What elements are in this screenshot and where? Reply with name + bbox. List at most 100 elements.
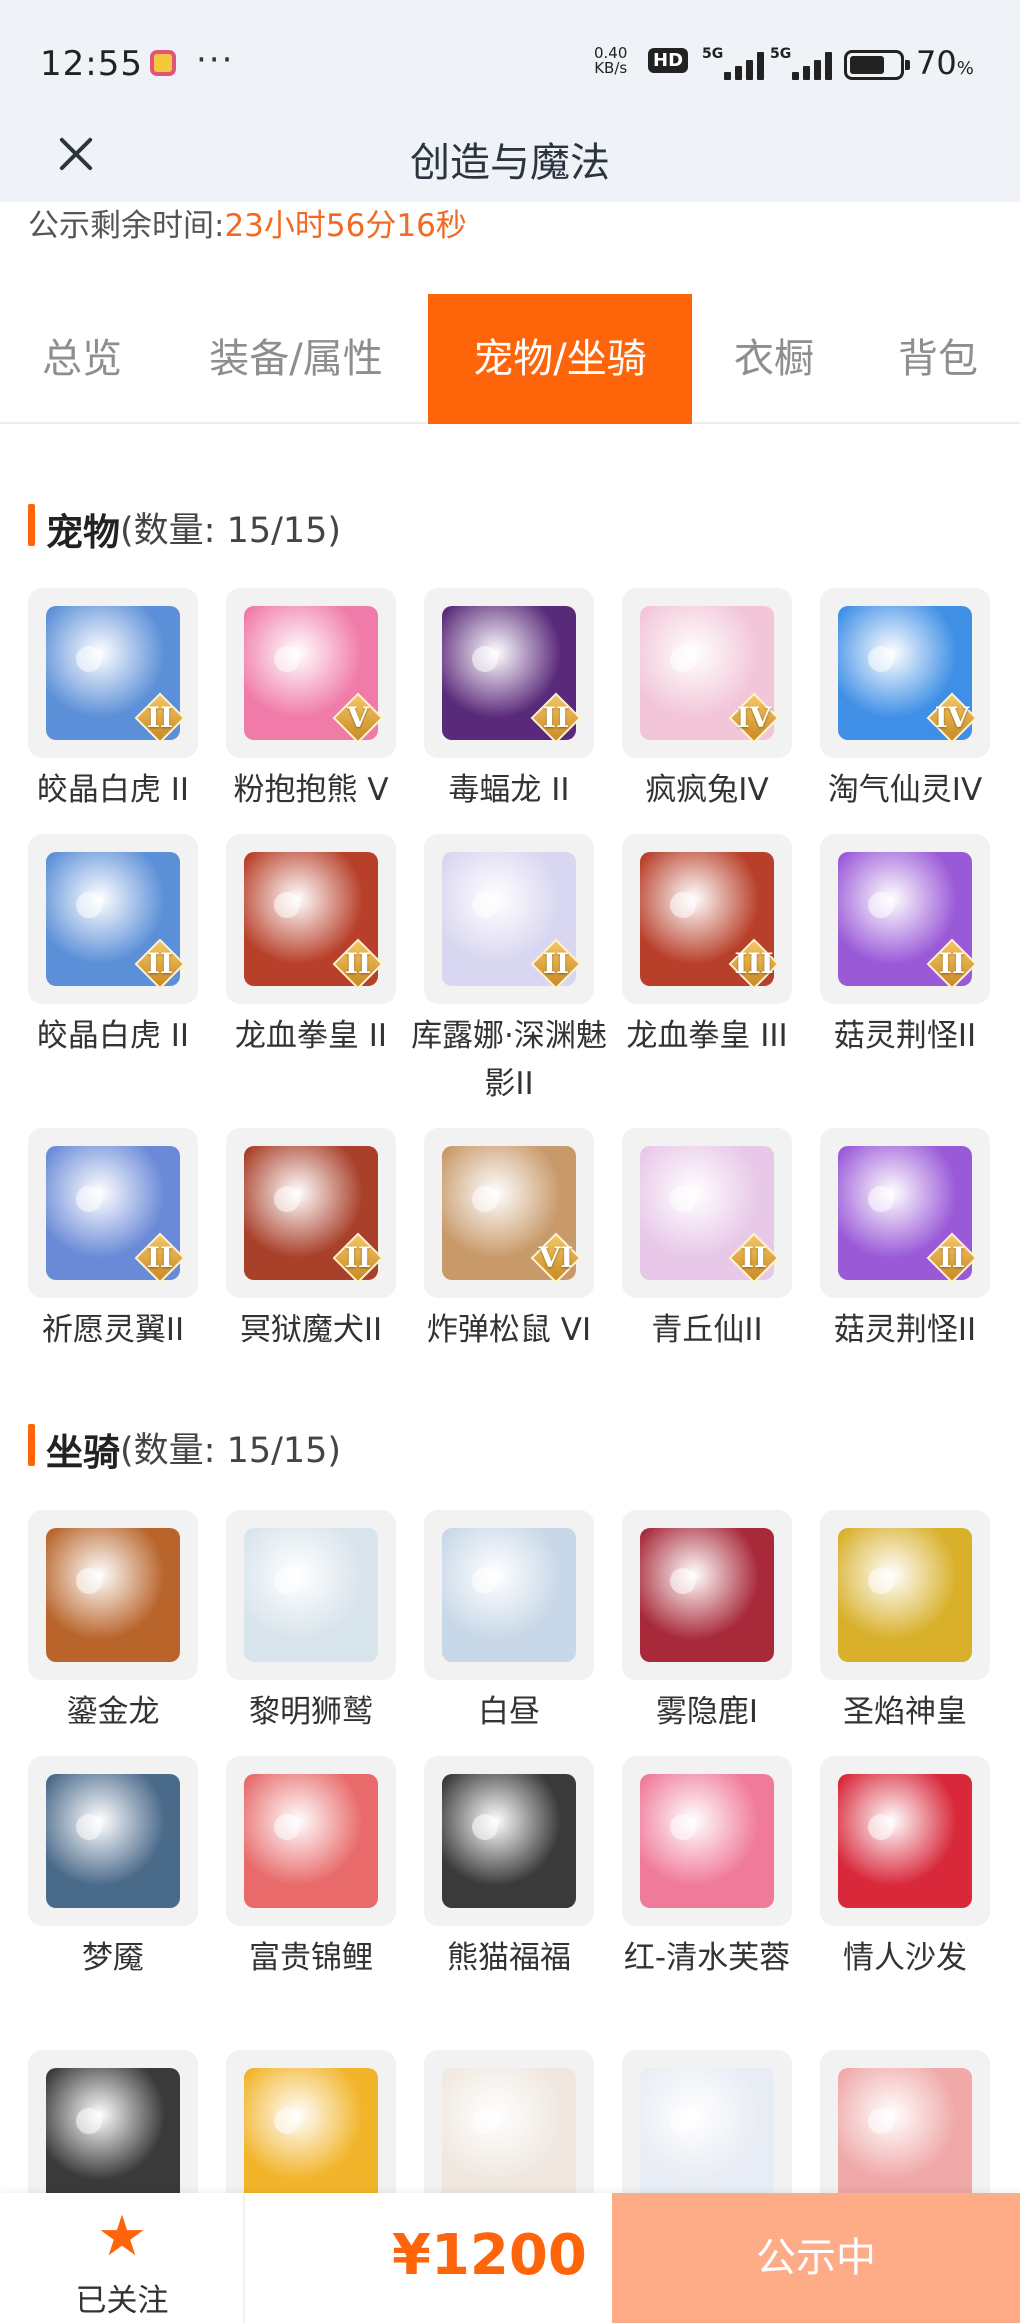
pet-thumbnail: II [820, 834, 990, 1004]
pet-name: 皎晶白虎 II [36, 772, 190, 808]
mount-name: 雾隐鹿I [655, 1694, 759, 1730]
section-count: (数量: 15/15) [120, 511, 342, 551]
mount-name: 梦魇 [82, 1940, 144, 1976]
mount-name: 黎明狮鹫 [249, 1694, 373, 1730]
pet-thumbnail: VI [424, 1128, 594, 1298]
tier-badge-icon: II [134, 938, 186, 990]
section-count: (数量: 15/15) [120, 1431, 342, 1471]
pet-name: 菇灵荆怪II [833, 1018, 977, 1054]
pet-name: 库露娜·深渊魅影II [411, 1018, 607, 1102]
follow-button[interactable]: ★ 已关注 [0, 2193, 244, 2323]
price: ¥1200 [392, 2223, 587, 2288]
pet-name: 龙血拳皇 III [626, 1018, 788, 1054]
mount-name: 白昼 [478, 1694, 540, 1730]
pet-thumbnail: II [820, 1128, 990, 1298]
mount-image [442, 1528, 576, 1662]
mount-image [244, 2068, 378, 2202]
mount-thumbnail [226, 1756, 396, 1926]
public-notice-status-button[interactable]: 公示中 [612, 2193, 1020, 2323]
tier-badge-icon: II [332, 1232, 384, 1284]
section-accent-bar [28, 1424, 35, 1466]
mount-image [640, 1774, 774, 1908]
hd-icon: HD [648, 48, 689, 73]
clock: 12:55 [40, 44, 143, 84]
pet-name: 龙血拳皇 II [234, 1018, 388, 1054]
status-bar: 12:55 ··· 0.40 KB/s HD 5G 5G 70% [0, 0, 1020, 120]
pet-name: 炸弹松鼠 VI [426, 1312, 592, 1348]
mount-image [244, 1528, 378, 1662]
pet-thumbnail: III [622, 834, 792, 1004]
tier-badge-icon: VI [530, 1232, 582, 1284]
signal-icon: 5G [770, 46, 840, 80]
tab-backpack[interactable]: 背包 [856, 294, 1020, 424]
tier-badge-icon: II [926, 938, 978, 990]
pet-thumbnail: II [622, 1128, 792, 1298]
notice-label: 公示剩余时间: [28, 208, 225, 244]
mount-thumbnail [28, 1756, 198, 1926]
mount-image [640, 2068, 774, 2202]
notice-value: 23小时56分16秒 [224, 208, 467, 244]
pet-thumbnail: II [226, 834, 396, 1004]
tier-badge-icon: IV [926, 692, 978, 744]
battery-percent: 70% [916, 44, 974, 82]
mount-image [46, 1528, 180, 1662]
pet-name: 淘气仙灵IV [827, 772, 983, 808]
pet-name: 疯疯兔IV [645, 772, 769, 808]
pet-name: 青丘仙II [651, 1312, 763, 1348]
tier-badge-icon: II [530, 938, 582, 990]
signal-icon: 5G [702, 46, 772, 80]
mount-name: 红-清水芙蓉 [623, 1940, 791, 1976]
app-notification-icon [150, 50, 176, 76]
follow-label: 已关注 [75, 2283, 169, 2319]
tier-badge-icon: II [134, 692, 186, 744]
mount-image [46, 1774, 180, 1908]
mount-thumbnail [424, 1510, 594, 1680]
mount-image [838, 2068, 972, 2202]
tier-badge-icon: II [728, 1232, 780, 1284]
tab-equipment[interactable]: 装备/属性 [164, 294, 428, 424]
mount-thumbnail [622, 1756, 792, 1926]
tier-badge-icon: II [332, 938, 384, 990]
tab-overview[interactable]: 总览 [0, 294, 164, 424]
nav-bar: 创造与魔法 [0, 110, 1020, 202]
mount-thumbnail [820, 1510, 990, 1680]
pet-thumbnail: II [28, 834, 198, 1004]
pet-thumbnail: V [226, 588, 396, 758]
mount-name: 情人沙发 [843, 1940, 967, 1976]
mount-image [442, 2068, 576, 2202]
mount-thumbnail [424, 1756, 594, 1926]
battery-icon [844, 50, 910, 80]
mount-name: 鎏金龙 [66, 1694, 160, 1730]
tab-pets-mounts[interactable]: 宠物/坐骑 [428, 294, 692, 424]
mount-name: 富贵锦鲤 [249, 1940, 373, 1976]
pet-thumbnail: IV [622, 588, 792, 758]
mount-image [640, 1528, 774, 1662]
tier-badge-icon: III [728, 938, 780, 990]
notice-countdown: 公示剩余时间:23小时56分16秒 [28, 200, 467, 245]
section-title: 坐骑 [46, 1431, 120, 1474]
pet-thumbnail: II [28, 1128, 198, 1298]
mount-image [838, 1774, 972, 1908]
mount-image [46, 2068, 180, 2202]
divider [243, 2193, 245, 2323]
pet-thumbnail: II [28, 588, 198, 758]
pet-name: 皎晶白虎 II [36, 1018, 190, 1054]
tab-bar: 总览 装备/属性 宠物/坐骑 衣橱 背包 [0, 294, 1020, 424]
pet-thumbnail: II [424, 834, 594, 1004]
star-icon: ★ [96, 2204, 148, 2269]
mount-thumbnail [820, 1756, 990, 1926]
tier-badge-icon: V [332, 692, 384, 744]
pet-name: 菇灵荆怪II [833, 1312, 977, 1348]
tier-badge-icon: II [134, 1232, 186, 1284]
pet-name: 冥狱魔犬II [239, 1312, 383, 1348]
tab-wardrobe[interactable]: 衣橱 [692, 294, 856, 424]
more-notifications-icon: ··· [196, 40, 235, 80]
pet-thumbnail: IV [820, 588, 990, 758]
mount-thumbnail [622, 1510, 792, 1680]
mount-name: 圣焰神皇 [843, 1694, 967, 1730]
mount-thumbnail [28, 1510, 198, 1680]
section-accent-bar [28, 504, 35, 546]
pet-thumbnail: II [226, 1128, 396, 1298]
mount-image [244, 1774, 378, 1908]
mount-image [442, 1774, 576, 1908]
